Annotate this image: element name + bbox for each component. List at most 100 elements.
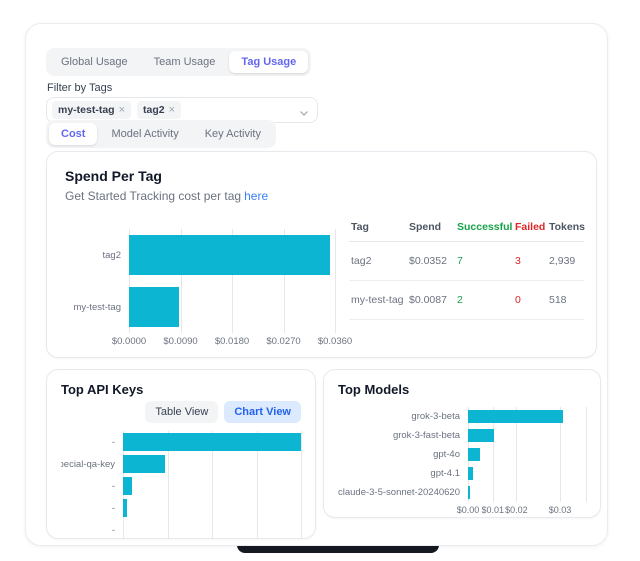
table-view-button[interactable]: Table View (145, 401, 218, 423)
category-label: claude-3-5-sonnet-20240620 (338, 483, 468, 502)
table-header-successful: Successful (455, 217, 513, 242)
bar (123, 433, 301, 451)
chart-category-labels: -pecial-qa-key--- (61, 431, 123, 539)
chart-category-labels: tag2my-test-tag (65, 229, 129, 333)
top-api-keys-card: Top API Keys Table ViewChart View -pecia… (46, 369, 316, 539)
tag-chip-label: tag2 (143, 104, 165, 116)
chevron-down-icon[interactable] (299, 105, 309, 123)
category-label: grok-3-fast-beta (338, 426, 468, 445)
table-header-tokens: Tokens (547, 217, 584, 242)
chart-plot-area (129, 229, 335, 333)
table-header-failed: Failed (513, 217, 547, 242)
tab-cost[interactable]: Cost (49, 123, 97, 145)
table-cell: $0.0352 (407, 242, 455, 281)
category-label: grok-3-beta (338, 407, 468, 426)
tab-model-activity[interactable]: Model Activity (99, 123, 190, 145)
tab-key-activity[interactable]: Key Activity (193, 123, 273, 145)
bar-row (468, 464, 586, 483)
bar (468, 467, 473, 480)
chart-body: tag2my-test-tag (65, 229, 335, 333)
bar (123, 499, 127, 517)
bar (468, 486, 470, 499)
table-row: tag2$0.0352732,939 (349, 242, 584, 281)
bar (123, 477, 132, 495)
bar-row (123, 475, 301, 497)
category-label: - (61, 497, 123, 519)
category-label: pecial-qa-key (61, 453, 123, 475)
usage-scope-tabs: Global UsageTeam UsageTag Usage (46, 48, 311, 76)
table-cell: 3 (513, 242, 547, 281)
spend-per-tag-chart: tag2my-test-tag$0.0000$0.0090$0.0180$0.0… (65, 229, 335, 350)
category-label: gpt-4o (338, 445, 468, 464)
bar (129, 287, 179, 327)
filter-by-tags-label: Filter by Tags (47, 82, 112, 94)
table-cell: tag2 (349, 242, 407, 281)
get-started-link[interactable]: here (244, 189, 268, 203)
chart-body: -pecial-qa-key--- (61, 431, 301, 539)
bar-row (468, 426, 586, 445)
tag-chip-label: my-test-tag (58, 104, 115, 116)
category-label: gpt-4.1 (338, 464, 468, 483)
bar-row (123, 431, 301, 453)
x-axis-ticks: $0.0000$0.0090$0.0180$0.0270$0.0360 (129, 336, 335, 350)
chart-plot-area (123, 431, 301, 539)
tab-global-usage[interactable]: Global Usage (49, 51, 140, 73)
chart-category-labels: grok-3-betagrok-3-fast-betagpt-4ogpt-4.1… (338, 407, 468, 502)
table-cell: 7 (455, 242, 513, 281)
category-label: tag2 (65, 229, 129, 281)
bar-row (123, 519, 301, 539)
spend-card-title: Spend Per Tag (65, 168, 578, 184)
x-axis-tick-label: $0.01 (482, 505, 505, 515)
bar (123, 455, 165, 473)
spend-per-tag-table: TagSpendSuccessfulFailedTokens tag2$0.03… (349, 217, 584, 350)
bar (129, 235, 330, 275)
x-axis-tick-label: $0.00 (457, 505, 480, 515)
x-axis-tick-label: $0.0090 (163, 336, 197, 347)
spend-per-tag-card: Spend Per Tag Get Started Tracking cost … (46, 151, 597, 358)
bar-row (129, 281, 335, 333)
models-card-title: Top Models (338, 382, 586, 397)
bar-row (468, 445, 586, 464)
table-cell: my-test-tag (349, 281, 407, 320)
bar-row (468, 407, 586, 426)
tag-chip: my-test-tag × (52, 101, 131, 119)
table-cell: $0.0087 (407, 281, 455, 320)
x-axis-tick-label: $0.0000 (112, 336, 146, 347)
tab-team-usage[interactable]: Team Usage (142, 51, 228, 73)
view-toggle-buttons: Table View Chart View (61, 401, 301, 423)
top-models-chart: grok-3-betagrok-3-fast-betagpt-4ogpt-4.1… (338, 407, 586, 518)
category-label: - (61, 431, 123, 453)
bar-row (468, 483, 586, 502)
spend-card-subtitle: Get Started Tracking cost per taghere (65, 189, 578, 203)
table-cell: 518 (547, 281, 584, 320)
x-axis-ticks: $0.00$0.01$0.02$0.03 (468, 505, 586, 518)
category-label: my-test-tag (65, 281, 129, 333)
table-header-spend: Spend (407, 217, 455, 242)
tab-tag-usage[interactable]: Tag Usage (229, 51, 308, 73)
table-cell: 2 (455, 281, 513, 320)
api-keys-card-title: Top API Keys (61, 382, 301, 397)
table-header-tag: Tag (349, 217, 407, 242)
usage-dashboard-panel: Global UsageTeam UsageTag Usage Filter b… (25, 23, 608, 546)
report-type-tabs: CostModel ActivityKey Activity (46, 120, 276, 148)
chart-plot-area (468, 407, 586, 502)
chart-body: grok-3-betagrok-3-fast-betagpt-4ogpt-4.1… (338, 407, 586, 502)
category-label: - (61, 519, 123, 539)
bar-row (123, 453, 301, 475)
table-cell: 0 (513, 281, 547, 320)
remove-tag-icon[interactable]: × (119, 104, 125, 116)
gridline (586, 407, 587, 502)
chart-view-button[interactable]: Chart View (224, 401, 301, 423)
tag-chip: tag2 × (137, 101, 181, 119)
x-axis-tick-label: $0.02 (505, 505, 528, 515)
gridline (335, 229, 336, 333)
remove-tag-icon[interactable]: × (169, 104, 175, 116)
table-row: my-test-tag$0.008720518 (349, 281, 584, 320)
bar-row (129, 229, 335, 281)
x-axis-tick-label: $0.03 (549, 505, 572, 515)
bar (468, 410, 563, 423)
table-cell: 2,939 (547, 242, 584, 281)
x-axis-tick-label: $0.0360 (318, 336, 352, 347)
bar (468, 429, 494, 442)
gridline (301, 431, 302, 539)
